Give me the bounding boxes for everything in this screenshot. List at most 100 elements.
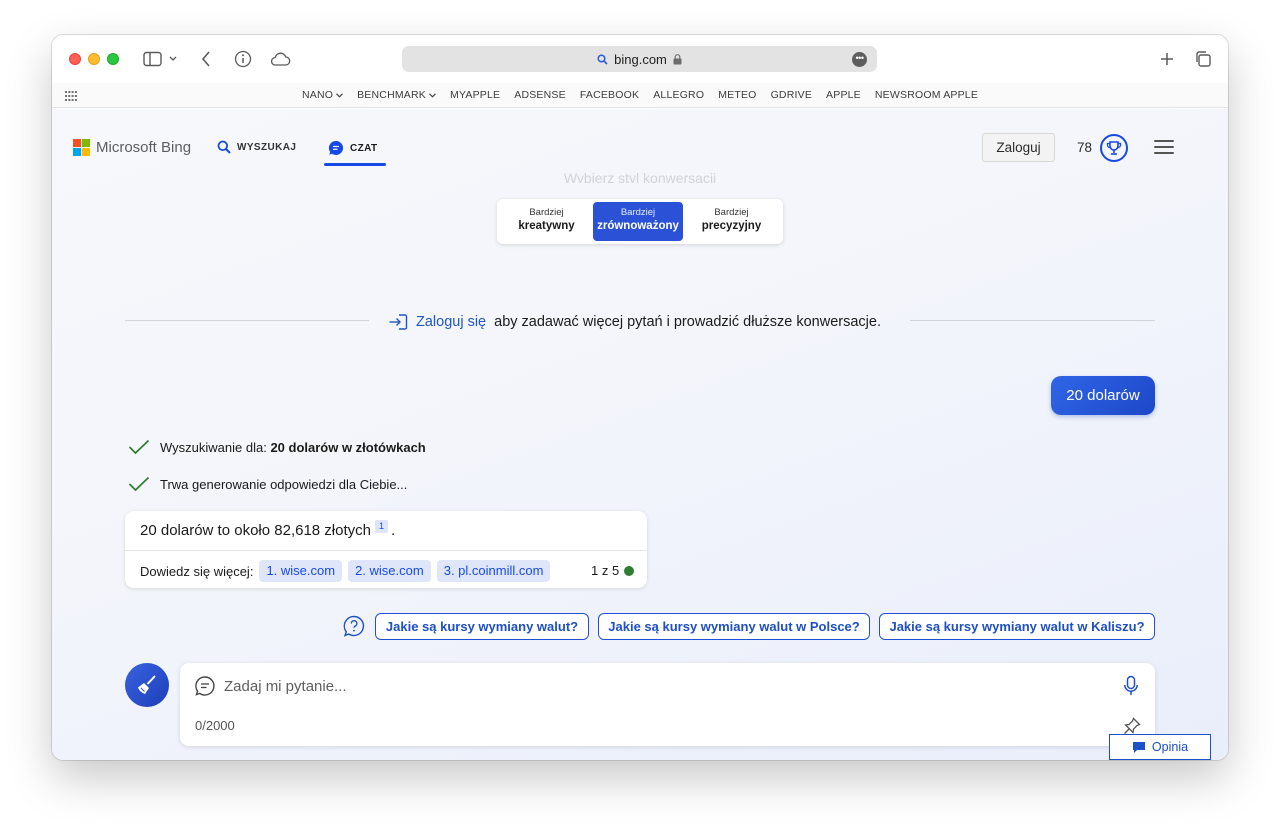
answer-text: 20 dolarów to około 82,618 złotych 1 .	[140, 520, 396, 539]
chat-input-field[interactable]	[224, 673, 1104, 699]
generating-status: Trwa generowanie odpowiedzi dla Ciebie..…	[128, 476, 407, 492]
tone-balanced-button[interactable]: Bardziej zrównoważony	[593, 202, 683, 241]
checkmark-icon	[128, 439, 150, 455]
login-prompt-text: aby zadawać więcej pytań i prowadzić dłu…	[494, 314, 881, 330]
trophy-icon	[1106, 141, 1122, 155]
user-message-bubble: 20 dolarów	[1051, 376, 1155, 415]
chevron-down-icon	[336, 92, 344, 98]
info-icon	[234, 50, 252, 68]
feedback-comment-icon	[1132, 741, 1145, 753]
hamburger-menu-icon[interactable]	[1154, 140, 1174, 154]
chevron-left-icon	[201, 51, 210, 67]
url-text: bing.com	[614, 51, 667, 67]
new-topic-button[interactable]	[125, 663, 169, 707]
bot-answer-card: 20 dolarów to około 82,618 złotych 1 . D…	[125, 511, 647, 588]
lock-icon	[673, 53, 682, 64]
generating-status-text: Trwa generowanie odpowiedzi dla Ciebie..…	[160, 476, 408, 492]
search-status: Wyszukiwanie dla: 20 dolarów w złotówkac…	[128, 439, 426, 455]
sidebar-icon	[143, 51, 177, 67]
browser-window: bing.com ••• NANO BENCHMARK MYAPPLE ADSE…	[52, 35, 1228, 760]
feedback-button[interactable]: Opinia	[1109, 734, 1211, 760]
turn-counter: 1 z 5	[591, 563, 635, 578]
sign-in-link[interactable]: Zaloguj się	[416, 314, 486, 330]
favorite-facebook[interactable]: FACEBOOK	[580, 89, 639, 101]
favorite-meteo[interactable]: METEO	[718, 89, 756, 101]
favorite-nano[interactable]: NANO	[302, 89, 344, 101]
icloud-tabs-button[interactable]	[268, 47, 292, 71]
tab-chat-label: CZAT	[350, 142, 378, 154]
tone-creative-button[interactable]: Bardziej kreatywny	[500, 202, 593, 241]
search-icon	[217, 140, 231, 154]
search-status-query: 20 dolarów w złotówkach	[270, 439, 426, 455]
bing-chat-page: Wybierz styl konwersacji Microsoft Bing …	[52, 109, 1228, 760]
plus-icon	[1161, 53, 1173, 65]
character-counter: 0/2000	[195, 718, 235, 733]
microsoft-logo-icon	[73, 139, 90, 156]
logo-text: Microsoft Bing	[96, 139, 192, 156]
tabs-overview-icon	[1196, 51, 1211, 67]
favorite-allegro[interactable]: ALLEGRO	[653, 89, 704, 101]
tab-search[interactable]: WYSZUKAJ	[217, 140, 296, 154]
divider-left	[125, 320, 369, 321]
favorite-apple[interactable]: APPLE	[826, 89, 861, 101]
zoom-window-button[interactable]	[107, 53, 119, 65]
favorite-gdrive[interactable]: GDRIVE	[771, 89, 812, 101]
search-icon	[597, 53, 608, 65]
sidebar-toggle-button[interactable]	[140, 47, 180, 71]
turn-counter-text: 1 z 5	[591, 563, 620, 578]
feedback-label: Opinia	[1151, 740, 1189, 754]
checkmark-icon	[128, 476, 150, 492]
grid-icon[interactable]	[65, 91, 77, 101]
favorites-bar: NANO BENCHMARK MYAPPLE ADSENSE FACEBOOK …	[52, 83, 1228, 108]
sign-in-icon	[389, 314, 408, 330]
new-tab-button[interactable]	[1158, 47, 1176, 71]
address-bar[interactable]: bing.com •••	[402, 46, 877, 72]
rewards-trophy-icon[interactable]	[1100, 134, 1128, 162]
suggestion-chip-2[interactable]: Jakie są kursy wymiany walut w Polsce?	[598, 613, 870, 640]
source-link-1[interactable]: 1. wise.com	[259, 560, 343, 582]
sign-in-button[interactable]: Zaloguj	[982, 133, 1055, 162]
search-status-prefix: Wyszukiwanie dla:	[160, 439, 267, 455]
login-prompt: Zaloguj się aby zadawać więcej pytań i p…	[388, 313, 881, 331]
chat-input-box: 0/2000	[180, 663, 1155, 746]
microphone-icon[interactable]	[1123, 675, 1139, 697]
chat-bubble-outline-icon	[195, 676, 215, 696]
more-options-icon[interactable]: •••	[852, 52, 867, 67]
status-dot-icon	[624, 565, 635, 576]
answer-period: .	[391, 522, 396, 539]
close-window-button[interactable]	[69, 53, 81, 65]
question-help-icon[interactable]	[343, 615, 365, 637]
source-link-2[interactable]: 2. wise.com	[348, 560, 431, 582]
active-tab-indicator	[324, 163, 386, 166]
rewards-points: 78	[1077, 140, 1093, 155]
cloud-icon	[270, 52, 291, 66]
page-info-button[interactable]	[232, 47, 254, 71]
browser-toolbar: bing.com •••	[52, 35, 1228, 83]
answer-divider	[125, 550, 647, 551]
suggestion-chip-1[interactable]: Jakie są kursy wymiany walut?	[375, 613, 589, 640]
learn-more-label: Dowiedz się więcej:	[140, 563, 254, 579]
minimize-window-button[interactable]	[88, 53, 100, 65]
conversation-style-selector: Bardziej kreatywny Bardziej zrównoważony…	[497, 199, 783, 244]
chevron-down-icon	[429, 92, 436, 98]
tab-search-label: WYSZUKAJ	[237, 141, 297, 153]
favorite-myapple[interactable]: MYAPPLE	[450, 89, 500, 101]
pin-icon[interactable]	[1123, 717, 1141, 735]
favorite-newsroom-apple[interactable]: NEWSROOM APPLE	[875, 89, 978, 101]
favorite-benchmark[interactable]: BENCHMARK	[357, 89, 436, 101]
tab-chat[interactable]: CZAT	[328, 140, 378, 156]
divider-right	[910, 320, 1155, 321]
back-button[interactable]	[197, 47, 215, 71]
microsoft-bing-logo[interactable]: Microsoft Bing	[73, 139, 191, 156]
tab-overview-button[interactable]	[1192, 47, 1214, 71]
bing-header: Microsoft Bing WYSZUKAJ CZAT Zaloguj 78	[52, 109, 1228, 171]
broom-icon	[138, 675, 156, 694]
suggestion-chip-3[interactable]: Jakie są kursy wymiany walut w Kaliszu?	[879, 613, 1155, 640]
tone-precise-button[interactable]: Bardziej precyzyjny	[683, 202, 780, 241]
answer-body: 20 dolarów to około 82,618 złotych	[140, 522, 371, 539]
citation-marker[interactable]: 1	[374, 520, 388, 533]
chat-bubble-icon	[328, 140, 344, 155]
favorite-adsense[interactable]: ADSENSE	[514, 89, 566, 101]
learn-more-row: Dowiedz się więcej: 1. wise.com 2. wise.…	[140, 560, 551, 582]
source-link-3[interactable]: 3. pl.coinmill.com	[436, 560, 551, 582]
